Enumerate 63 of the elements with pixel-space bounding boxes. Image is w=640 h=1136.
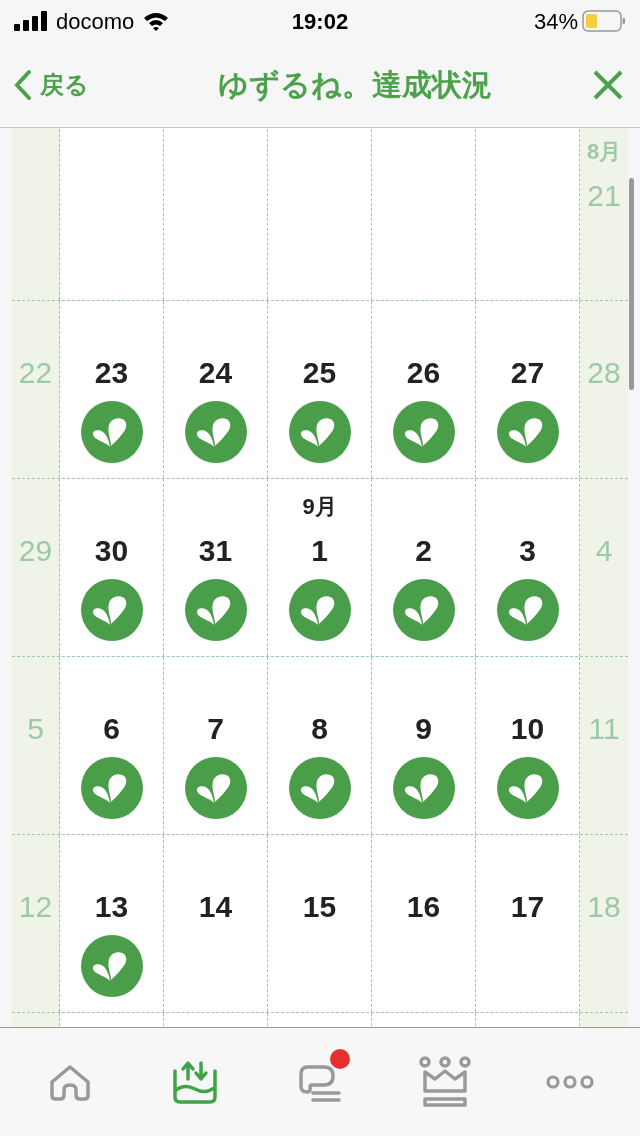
day-number: 12: [18, 888, 53, 925]
sprout-icon: [288, 579, 351, 641]
month-label: 9月: [302, 492, 337, 521]
sprout-icon: [496, 401, 559, 463]
day-number: 26: [406, 354, 441, 391]
back-button[interactable]: 戻る: [14, 66, 154, 103]
day-number: 17: [510, 888, 545, 925]
sprout-icon: [288, 401, 351, 463]
day-number: 29: [18, 532, 53, 569]
sprout-icon: [392, 401, 455, 463]
sprout-icon: [184, 401, 247, 463]
sprout-icon: [184, 757, 247, 819]
day-number: 30: [94, 532, 129, 569]
day-number: 3: [519, 532, 536, 569]
day-number: 16: [406, 888, 441, 925]
close-icon: [592, 68, 624, 101]
battery-percent: 34%: [533, 7, 578, 36]
sprout-icon: [496, 757, 559, 819]
more-icon: [546, 1073, 594, 1091]
day-number: 22: [18, 354, 53, 391]
day-number: 27: [510, 354, 545, 391]
sprout-icon: [288, 757, 351, 819]
day-number: 24: [198, 354, 233, 391]
sprout-icon: [392, 757, 455, 819]
chevron-left-icon: [14, 68, 32, 101]
day-number: 8: [311, 710, 328, 747]
day-number: 10: [510, 710, 545, 747]
scrollbar[interactable]: [629, 178, 634, 390]
sprout-icon: [496, 579, 559, 641]
sprout-icon: [80, 401, 143, 463]
home-icon: [47, 1062, 93, 1102]
day-number: 28: [587, 354, 621, 391]
crown-icon: [418, 1055, 472, 1109]
day-number: 25: [302, 354, 337, 391]
day-number: 13: [94, 888, 129, 925]
day-number: 1: [311, 532, 328, 569]
carrier-name: docomo: [56, 7, 135, 36]
day-number: 18: [587, 888, 621, 925]
sprout-icon: [80, 757, 143, 819]
day-number: 14: [198, 888, 233, 925]
signal-icon: [14, 11, 48, 31]
day-number: 11: [588, 710, 620, 747]
day-number: 7: [207, 710, 224, 747]
screen-title: ゆずるね。達成状況: [217, 67, 493, 104]
day-number: 2: [415, 532, 432, 569]
sprout-icon: [80, 935, 143, 997]
battery-icon: [582, 10, 626, 32]
month-label: 8月: [586, 137, 622, 166]
day-number: 23: [94, 354, 129, 391]
tray-icon: [172, 1059, 218, 1105]
sprout-icon: [80, 579, 143, 641]
clock: 19:02: [291, 7, 349, 36]
day-number: 6: [103, 710, 120, 747]
day-number: 15: [302, 888, 337, 925]
day-number: 31: [198, 532, 233, 569]
chat-icon: [297, 1062, 343, 1102]
sprout-icon: [392, 579, 455, 641]
day-number: 4: [595, 532, 613, 569]
day-number: 21: [587, 177, 621, 214]
day-number: 5: [27, 710, 44, 747]
day-number: 9: [415, 710, 432, 747]
sprout-icon: [184, 579, 247, 641]
wifi-icon: [142, 11, 171, 31]
